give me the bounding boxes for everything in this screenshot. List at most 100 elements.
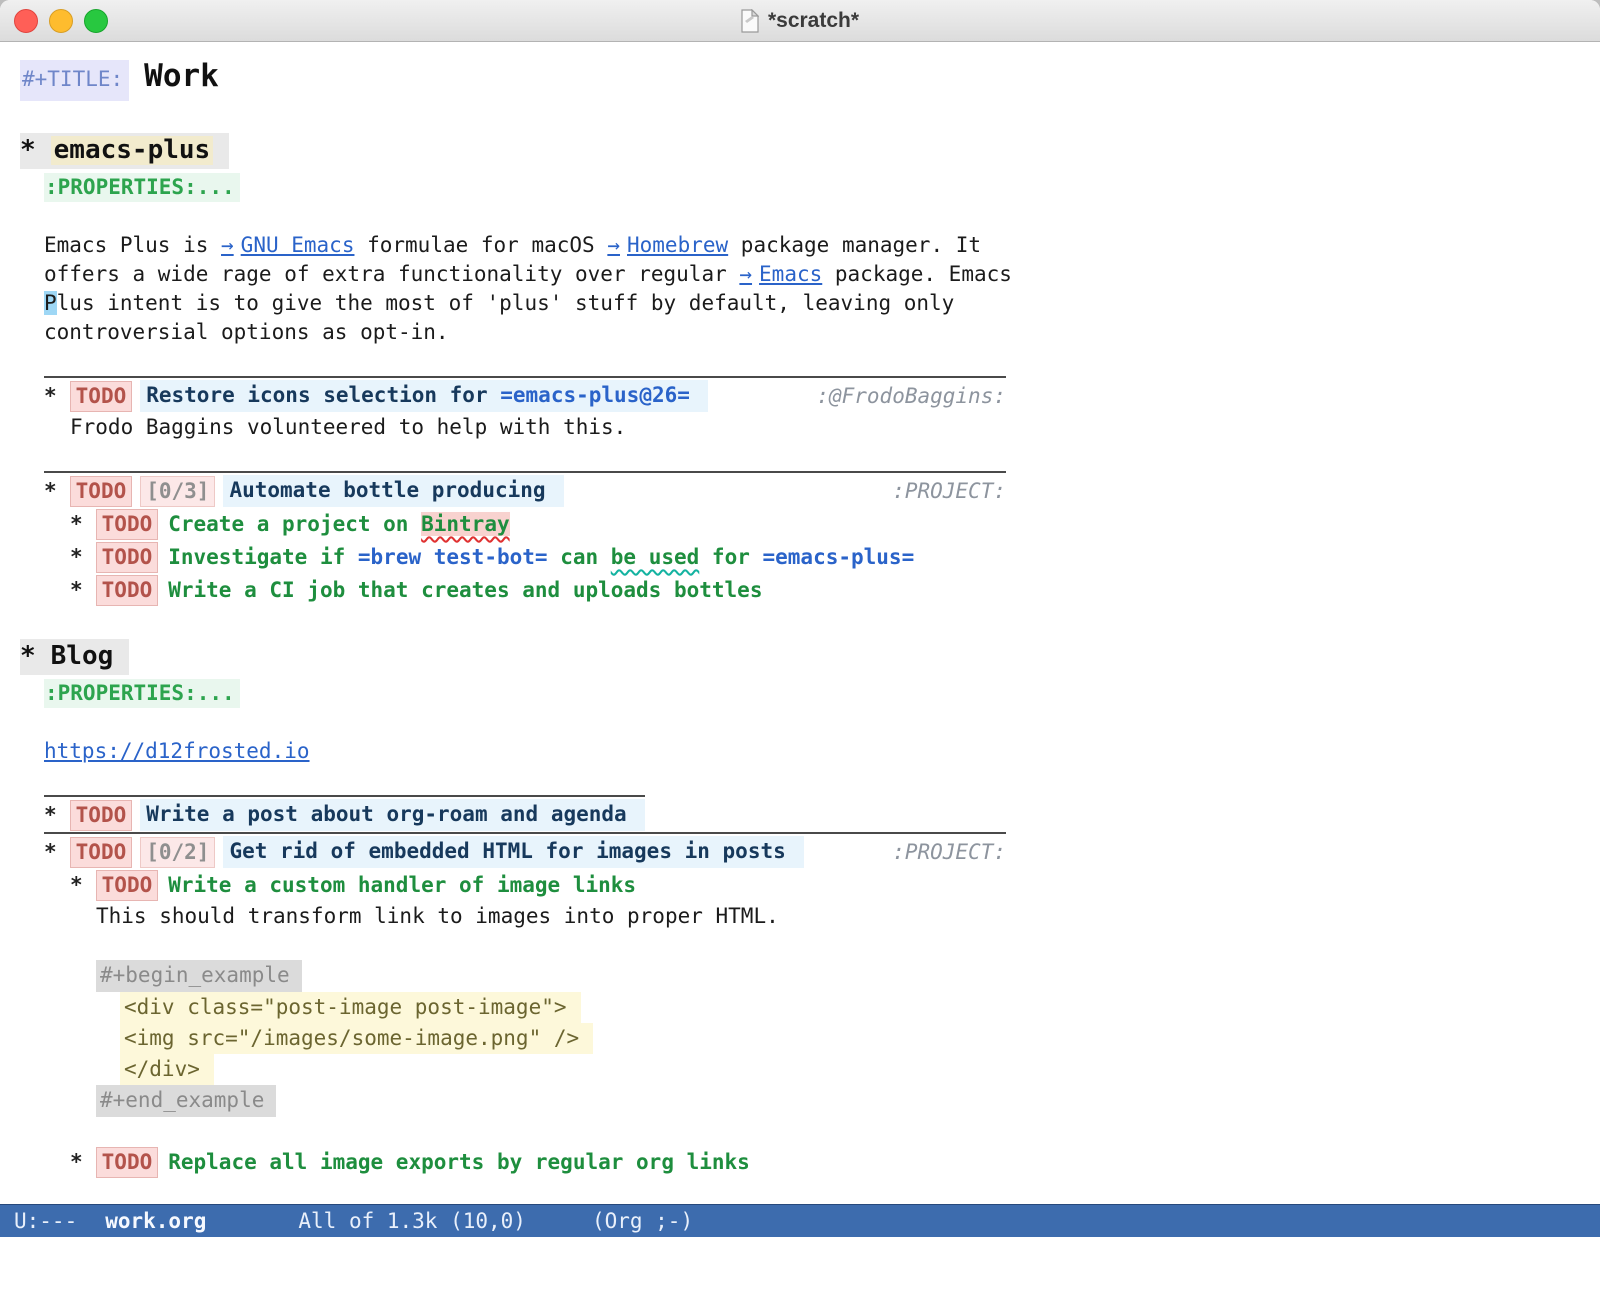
todo-heading-post: * TODOWrite a post about org-roam and age… <box>44 795 645 832</box>
misspelled-word: Bintray <box>421 512 510 536</box>
progress-cookie: [0/2] <box>140 837 215 868</box>
link-line: https://d12frosted.io <box>44 737 1600 766</box>
todo-keyword-badge: TODO <box>96 509 159 540</box>
todo-heading-testbot: *TODOInvestigate if =brew test-bot= can … <box>70 541 914 574</box>
text-segment: Create a project on <box>168 512 421 536</box>
heading-text: Write a custom handler of image links <box>168 871 636 900</box>
heading-text: Get rid of embedded HTML for images in p… <box>223 836 803 868</box>
heading-emacs-plus: * emacs-plus <box>20 133 229 169</box>
heading-star: * <box>44 382 57 411</box>
heading-text: Blog <box>51 642 114 671</box>
todo-heading-restore: * TODORestore icons selection for =emacs-… <box>44 376 1006 413</box>
heading-star: * <box>44 801 57 830</box>
text-segment: offers a wide rage of extra functionalit… <box>44 262 739 286</box>
text-segment: formulae for macOS <box>354 233 607 257</box>
emacs-window: *scratch* #+TITLE:Work * emacs-plus :PROP… <box>0 0 1600 1292</box>
modeline: U:--- work.org All of 1.3k (10,0) (Org ;-) <box>0 1204 1600 1237</box>
document-icon <box>741 9 759 33</box>
example-line: <div class="post-image post-image"> <box>120 992 581 1023</box>
link-text: Emacs <box>759 262 822 286</box>
title-line: #+TITLE:Work <box>20 60 1600 101</box>
link-d12frosted[interactable]: https://d12frosted.io <box>44 739 310 763</box>
heading-star: * <box>44 838 57 867</box>
todo-keyword-badge: TODO <box>70 381 133 412</box>
link-arrow-icon: → <box>607 233 620 257</box>
todo-heading-ci: * TODO Write a CI job that creates and upl… <box>70 574 762 607</box>
window-title: *scratch* <box>768 9 859 33</box>
heading-text: Restore icons selection for =emacs-plus@… <box>140 380 708 412</box>
window-title-group: *scratch* <box>741 9 859 33</box>
zoom-button[interactable] <box>84 9 108 33</box>
modeline-state: U:--- <box>14 1209 77 1233</box>
properties-drawer[interactable]: :PROPERTIES:... <box>44 679 240 708</box>
todo-heading-bintray: * TODO Create a project on Bintray <box>70 508 510 541</box>
example-line: <img src="/images/some-image.png" /> <box>120 1023 593 1054</box>
link-arrow-icon: → <box>739 262 752 286</box>
block-begin-marker: #+begin_example <box>96 960 302 992</box>
todo-keyword-badge: TODO <box>96 575 159 606</box>
link-homebrew[interactable]: →Homebrew <box>607 233 728 257</box>
todo-heading-bottle: *TODO[0/3]Automate bottle producing:PROJ… <box>44 471 1006 508</box>
example-line: </div> <box>120 1054 214 1085</box>
titlebar: *scratch* <box>0 0 1600 42</box>
todo-keyword-badge: TODO <box>96 1147 159 1178</box>
modeline-position: All of 1.3k (10,0) <box>298 1209 526 1233</box>
example-block: #+begin_example <div class="post-image p… <box>96 960 1600 1117</box>
paragraph-line: Plus intent is to give the most of 'plus… <box>44 289 1600 318</box>
heading-text: Replace all image exports by regular org… <box>168 1148 750 1177</box>
heading-star: * <box>44 477 57 506</box>
text-segment: can <box>548 545 611 569</box>
heading-star: * <box>20 136 36 165</box>
properties-drawer[interactable]: :PROPERTIES:... <box>44 173 240 202</box>
heading-text: Automate bottle producing <box>223 475 563 507</box>
paragraph-line: offers a wide rage of extra functionalit… <box>44 260 1600 289</box>
todo-heading-handler: * TODO Write a custom handler of image lin… <box>70 869 636 902</box>
todo-heading-embedded: * TODO[0/2] Get rid of embedded HTML for i… <box>44 832 1006 869</box>
text-segment: package. Emacs <box>822 262 1012 286</box>
text-segment: Emacs Plus is <box>44 233 221 257</box>
link-emacs[interactable]: → Emacs <box>739 262 822 286</box>
text-segment: controversial options as opt-in. <box>44 320 449 344</box>
text-segment: for <box>699 545 762 569</box>
inline-code: =brew test-bot= <box>358 545 548 569</box>
text-segment: package manager. It <box>728 233 981 257</box>
heading-text: Write a post about org-roam and agenda <box>140 799 644 831</box>
heading-text: Write a CI job that creates and uploads … <box>168 576 762 605</box>
heading-tag: :PROJECT: <box>892 838 1006 867</box>
paragraph-line: Emacs Plus is → GNU Emacs formulae for ma… <box>44 231 1600 260</box>
todo-keyword-badge: TODO <box>70 800 133 831</box>
block-end-marker: #+end_example <box>96 1085 276 1117</box>
heading-text: emacs-plus <box>51 136 214 165</box>
heading-blog: *Blog <box>20 639 129 675</box>
close-button[interactable] <box>14 9 38 33</box>
paragraph: Emacs Plus is → GNU Emacs formulae for ma… <box>44 231 1600 347</box>
minimize-button[interactable] <box>49 9 73 33</box>
modeline-buffer-name[interactable]: work.org <box>105 1209 206 1233</box>
traffic-lights <box>14 0 108 41</box>
modeline-mode[interactable]: (Org ;-) <box>592 1209 693 1233</box>
heading-text: Investigate if =brew test-bot= can be us… <box>168 543 914 572</box>
text-segment: Restore icons selection for <box>146 383 500 407</box>
heading-star: * <box>70 543 83 572</box>
paragraph-line: controversial options as opt-in. <box>44 318 1600 347</box>
todo-keyword-badge: TODO <box>70 837 133 868</box>
buffer: #+TITLE:Work * emacs-plus :PROPERTIES:...… <box>0 42 1600 1204</box>
heading-star: * <box>70 510 83 539</box>
heading-star: * <box>70 871 83 900</box>
progress-cookie: [0/3] <box>140 476 215 507</box>
heading-star: * <box>70 1148 83 1177</box>
text-cursor: P <box>44 291 57 315</box>
todo-keyword-badge: TODO <box>96 870 159 901</box>
text-segment: Automate bottle producing <box>229 478 545 502</box>
text-segment: Investigate if <box>168 545 358 569</box>
heading-star: * <box>70 576 83 605</box>
body-text: This should transform link to images int… <box>96 902 1600 931</box>
grammar-flagged-text: be used <box>611 545 700 569</box>
title-keyword: #+TITLE: <box>20 60 129 101</box>
heading-tag: :@FrodoBaggins: <box>816 382 1006 411</box>
link-gnu-emacs[interactable]: → GNU Emacs <box>221 233 354 257</box>
link-text: GNU Emacs <box>241 233 355 257</box>
heading-tag: :PROJECT: <box>892 477 1006 506</box>
todo-heading-replace: * TODO Replace all image exports by regula… <box>70 1146 750 1179</box>
link-arrow-icon: → <box>221 233 234 257</box>
